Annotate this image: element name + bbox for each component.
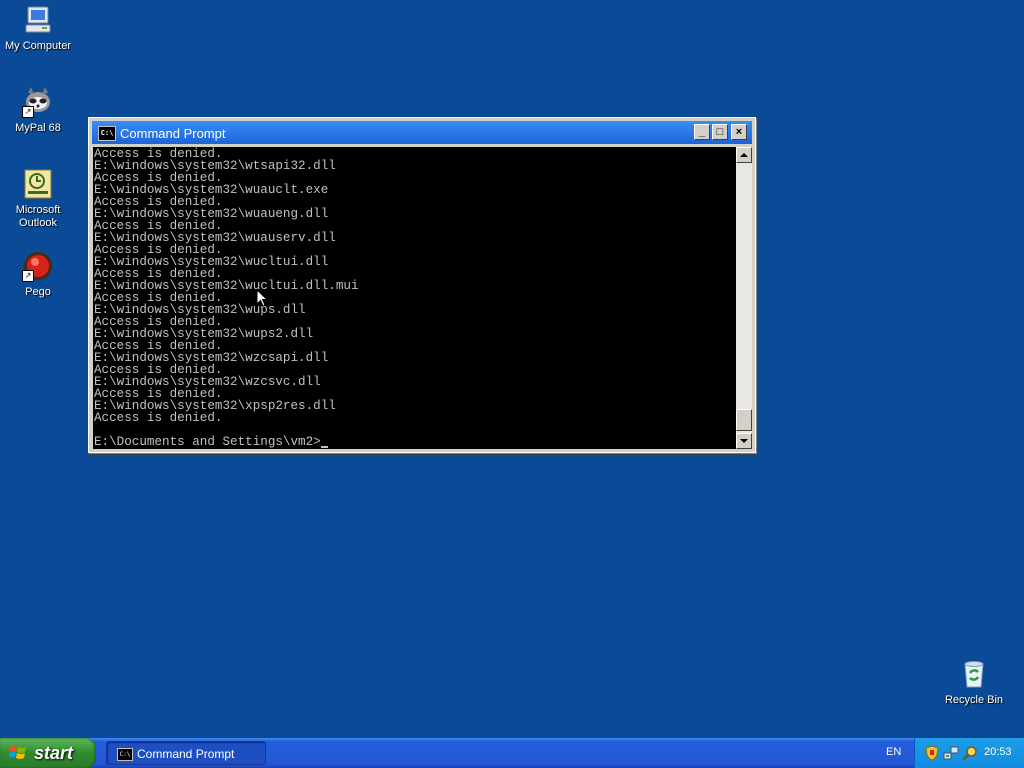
desktop-icon-label: Pego (25, 286, 51, 298)
language-indicator[interactable]: EN (886, 746, 901, 758)
clock: 20:53 (984, 746, 1012, 758)
vertical-scrollbar[interactable] (736, 147, 752, 449)
outlook-icon (22, 168, 54, 200)
scroll-thumb[interactable] (736, 409, 752, 431)
maximize-button[interactable]: □ (712, 124, 728, 140)
shortcut-arrow-icon: ↗ (22, 106, 34, 118)
scroll-up-button[interactable] (736, 147, 752, 163)
close-button[interactable]: × (731, 124, 747, 140)
desktop: My Computer ↗ MyPal 68 Microsoft Outlook… (0, 0, 1024, 738)
desktop-icon-label: Microsoft Outlook (15, 204, 61, 229)
minimize-button[interactable]: _ (694, 124, 710, 140)
taskbar-item-command-prompt[interactable]: C:\ Command Prompt (106, 741, 266, 765)
window-title: Command Prompt (120, 126, 226, 141)
mouse-pointer-icon (256, 288, 269, 313)
desktop-icon-label: MyPal 68 (15, 122, 61, 134)
start-label: start (34, 743, 74, 763)
mypal-icon: ↗ (22, 86, 54, 118)
system-tray: 20:53 (914, 738, 1024, 768)
my-computer-icon (22, 4, 54, 36)
desktop-icon-label: My Computer (4, 40, 72, 52)
console-prompt-line[interactable]: E:\Documents and Settings\vm2> (94, 436, 736, 448)
desktop-icon-pego[interactable]: ↗ Pego (0, 250, 76, 299)
command-prompt-icon: C:\ (117, 748, 133, 761)
command-prompt-icon: C:\ (98, 126, 116, 141)
pego-icon: ↗ (22, 250, 54, 282)
desktop-icon-recycle-bin[interactable]: Recycle Bin (936, 658, 1012, 707)
console-line: Access is denied. (94, 411, 223, 425)
start-button[interactable]: start (0, 738, 96, 768)
arrow-down-icon (740, 439, 748, 443)
desktop-icon-my-computer[interactable]: My Computer (0, 4, 76, 53)
console-output[interactable]: Access is denied. E:\windows\system32\wts… (93, 147, 736, 449)
taskbar: start C:\ Command Prompt EN 20:53 (0, 738, 1024, 768)
network-icon[interactable] (943, 745, 959, 761)
desktop-icon-label: Recycle Bin (944, 694, 1004, 706)
taskbar-item-label: Command Prompt (137, 747, 235, 761)
scroll-down-button[interactable] (736, 433, 752, 449)
search-icon[interactable] (962, 745, 978, 761)
shortcut-arrow-icon: ↗ (22, 270, 34, 282)
command-prompt-window[interactable]: C:\ Command Prompt _ □ × Access is denie… (88, 117, 756, 453)
desktop-icon-outlook[interactable]: Microsoft Outlook (0, 168, 76, 230)
recycle-bin-icon (958, 658, 990, 690)
windows-logo-icon (9, 746, 26, 759)
arrow-up-icon (740, 153, 748, 157)
desktop-icon-mypal[interactable]: ↗ MyPal 68 (0, 86, 76, 135)
console-prompt: E:\Documents and Settings\vm2> (94, 435, 321, 449)
text-cursor (320, 446, 328, 448)
security-shield-icon[interactable] (924, 745, 940, 761)
window-titlebar[interactable]: C:\ Command Prompt _ □ × (92, 121, 752, 144)
